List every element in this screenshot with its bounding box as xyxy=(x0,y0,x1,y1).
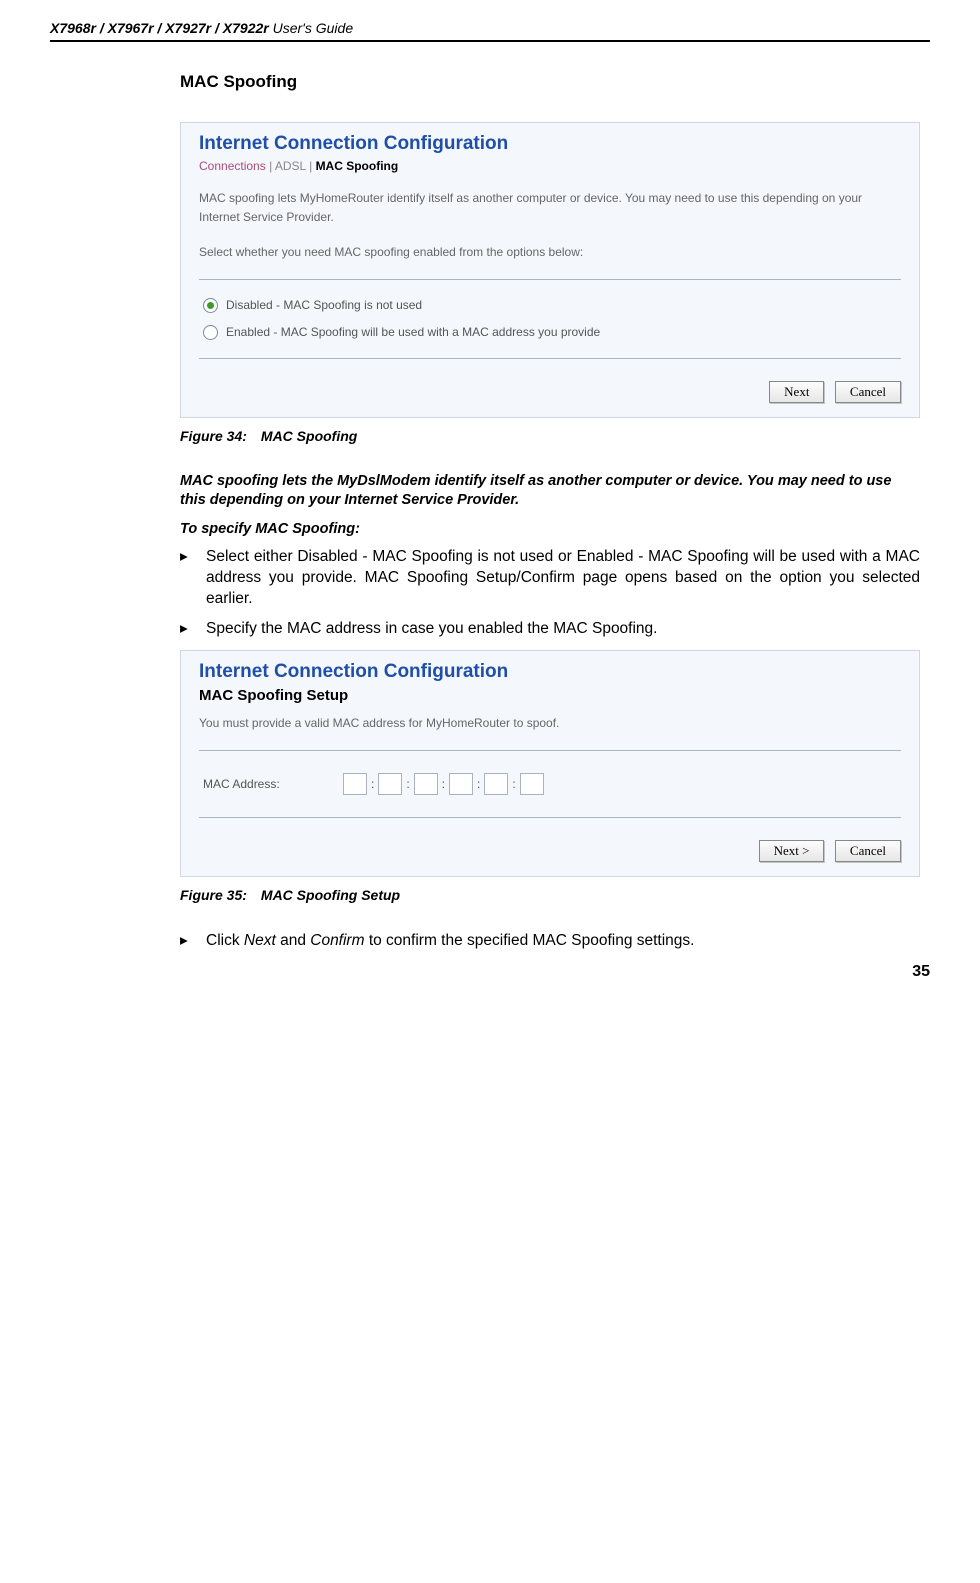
bullet-2: ▸ Specify the MAC address in case you en… xyxy=(180,619,920,640)
mac-spoofing-panel: Internet Connection Configuration Connec… xyxy=(180,122,920,418)
bullet-3-mid: and xyxy=(276,932,310,949)
header-suffix: User's Guide xyxy=(269,20,353,36)
bullet-3-post: to confirm the specified MAC Spoofing se… xyxy=(365,932,695,949)
bullet-1: ▸ Select either Disabled - MAC Spoofing … xyxy=(180,547,920,610)
section-title: MAC Spoofing xyxy=(180,72,920,92)
bullet-3-confirm: Confirm xyxy=(310,932,364,949)
mac-octet-input[interactable] xyxy=(520,773,544,795)
mac-octet-input[interactable] xyxy=(449,773,473,795)
divider xyxy=(199,750,901,751)
bullet-3-pre: Click xyxy=(206,932,244,949)
figure-34-caption: Figure 34: MAC Spoofing xyxy=(180,428,920,444)
panel1-desc1: MAC spoofing lets MyHomeRouter identify … xyxy=(199,189,901,227)
divider xyxy=(199,279,901,280)
divider xyxy=(199,817,901,818)
mac-octet-input[interactable] xyxy=(484,773,508,795)
radio-disabled-icon[interactable] xyxy=(203,298,218,313)
radio-enabled-icon[interactable] xyxy=(203,325,218,340)
breadcrumb-current: MAC Spoofing xyxy=(316,159,399,173)
colon-separator: : xyxy=(477,777,480,791)
to-specify-heading: To specify MAC Spoofing: xyxy=(180,521,920,537)
breadcrumb: Connections | ADSL | MAC Spoofing xyxy=(199,159,901,173)
cancel-button[interactable]: Cancel xyxy=(835,381,901,403)
mac-octet-input[interactable] xyxy=(378,773,402,795)
option-enabled-row[interactable]: Enabled - MAC Spoofing will be used with… xyxy=(199,319,901,346)
bullet-2-text: Specify the MAC address in case you enab… xyxy=(206,619,920,640)
bullet-1-text: Select either Disabled - MAC Spoofing is… xyxy=(206,547,920,610)
bullet-marker-icon: ▸ xyxy=(180,619,206,640)
bullet-3-next: Next xyxy=(244,932,276,949)
panel2-title: Internet Connection Configuration xyxy=(199,661,901,683)
page-number: 35 xyxy=(912,963,930,981)
breadcrumb-adsl[interactable]: ADSL xyxy=(275,159,306,173)
colon-separator: : xyxy=(442,777,445,791)
mac-address-row: MAC Address: : : : : : xyxy=(199,763,901,805)
colon-separator: : xyxy=(512,777,515,791)
bullet-marker-icon: ▸ xyxy=(180,547,206,610)
bullet-marker-icon: ▸ xyxy=(180,931,206,952)
bullet-3-text: Click Next and Confirm to confirm the sp… xyxy=(206,931,920,952)
panel2-subtitle: MAC Spoofing Setup xyxy=(199,687,901,704)
option-disabled-label: Disabled - MAC Spoofing is not used xyxy=(226,298,422,312)
option-enabled-label: Enabled - MAC Spoofing will be used with… xyxy=(226,325,600,339)
mac-octet-input[interactable] xyxy=(343,773,367,795)
panel2-desc: You must provide a valid MAC address for… xyxy=(199,714,901,733)
next-button[interactable]: Next xyxy=(769,381,824,403)
breadcrumb-connections[interactable]: Connections xyxy=(199,159,266,173)
panel1-title: Internet Connection Configuration xyxy=(199,133,901,155)
page-header: X7968r / X7967r / X7927r / X7922r User's… xyxy=(50,20,930,42)
colon-separator: : xyxy=(371,777,374,791)
divider xyxy=(199,358,901,359)
colon-separator: : xyxy=(406,777,409,791)
cancel-button[interactable]: Cancel xyxy=(835,840,901,862)
panel1-desc2: Select whether you need MAC spoofing ena… xyxy=(199,243,901,262)
figure-35-caption: Figure 35: MAC Spoofing Setup xyxy=(180,887,920,903)
next-button[interactable]: Next > xyxy=(759,840,825,862)
header-models: X7968r / X7967r / X7927r / X7922r xyxy=(50,20,269,36)
bullet-3: ▸ Click Next and Confirm to confirm the … xyxy=(180,931,920,952)
mac-address-label: MAC Address: xyxy=(203,777,343,791)
mac-spoofing-setup-panel: Internet Connection Configuration MAC Sp… xyxy=(180,650,920,876)
mac-octet-input[interactable] xyxy=(414,773,438,795)
option-disabled-row[interactable]: Disabled - MAC Spoofing is not used xyxy=(199,292,901,319)
intro-paragraph: MAC spoofing lets the MyDslModem identif… xyxy=(180,472,920,511)
